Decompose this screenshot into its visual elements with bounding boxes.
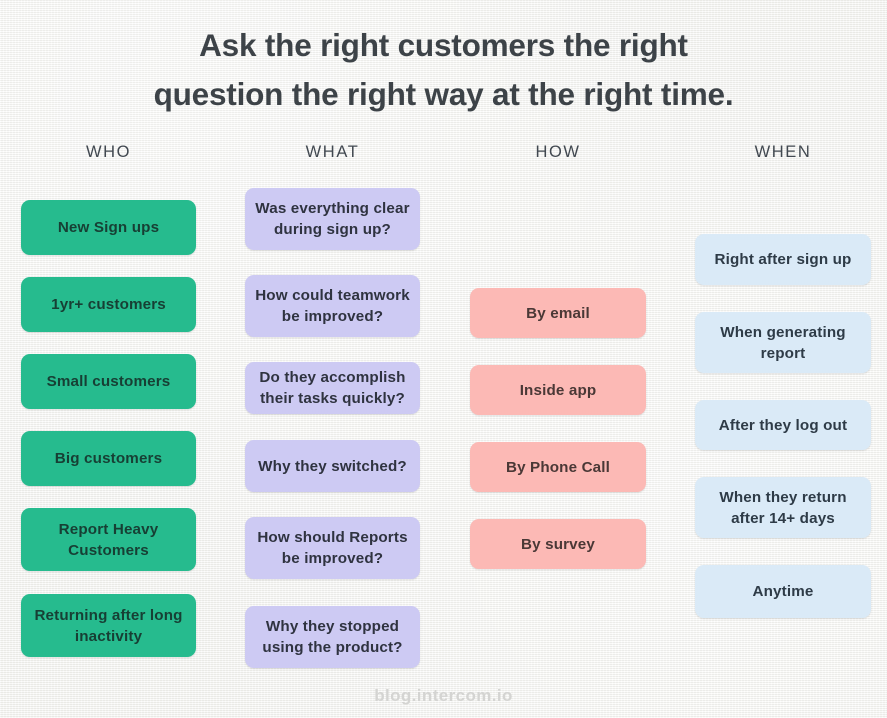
footer-watermark: blog.intercom.io — [374, 686, 513, 705]
card-label: How could teamwork be improved? — [255, 287, 410, 325]
card-when-2[interactable]: When generating report — [695, 312, 871, 373]
card-who-6[interactable]: Returning after long inactivity — [21, 594, 196, 657]
page-title-line-1: Ask the right customers the right — [199, 27, 688, 63]
card-who-4[interactable]: Big customers — [21, 431, 196, 486]
card-label: Report Heavy Customers — [58, 520, 159, 559]
card-what-5[interactable]: How should Reports be improved? — [245, 517, 420, 579]
card-label: Anytime — [752, 583, 814, 600]
card-when-4[interactable]: When they return after 14+ days — [695, 477, 871, 538]
card-label: Do they accomplish their tasks quickly? — [259, 369, 406, 407]
card-when-3[interactable]: After they log out — [695, 400, 871, 450]
card-label: Returning after long inactivity — [34, 606, 183, 645]
card-what-1[interactable]: Was everything clear during sign up? — [245, 188, 420, 250]
card-what-2[interactable]: How could teamwork be improved? — [245, 275, 420, 337]
card-label: Inside app — [519, 381, 597, 399]
card-when-1[interactable]: Right after sign up — [695, 234, 871, 285]
column-header-when: WHEN — [754, 143, 812, 161]
card-label: When they return after 14+ days — [719, 488, 847, 527]
column-header-what: WHAT — [305, 143, 360, 161]
card-label: By email — [526, 304, 590, 322]
card-what-3[interactable]: Do they accomplish their tasks quickly? — [245, 362, 420, 414]
card-label: New Sign ups — [57, 219, 160, 236]
card-who-5[interactable]: Report Heavy Customers — [21, 508, 196, 571]
card-how-4[interactable]: By survey — [470, 519, 646, 569]
card-who-2[interactable]: 1yr+ customers — [21, 277, 196, 332]
infographic-canvas: Ask the right customers the right questi… — [0, 0, 887, 718]
card-label: After they log out — [718, 416, 848, 434]
card-how-3[interactable]: By Phone Call — [470, 442, 646, 492]
card-label: How should Reports be improved? — [257, 529, 408, 567]
card-label: Small customers — [46, 373, 171, 390]
card-label: Right after sign up — [714, 251, 852, 268]
card-label: 1yr+ customers — [51, 296, 166, 313]
card-who-1[interactable]: New Sign ups — [21, 200, 196, 255]
card-label: When generating report — [720, 323, 846, 362]
card-how-2[interactable]: Inside app — [470, 365, 646, 415]
column-header-who: WHO — [85, 143, 132, 161]
card-how-1[interactable]: By email — [470, 288, 646, 338]
card-label: By Phone Call — [505, 458, 611, 476]
card-label: Was everything clear during sign up? — [255, 200, 410, 238]
card-label: Why they stopped using the product? — [262, 618, 403, 656]
card-label: Big customers — [54, 450, 163, 467]
column-header-how: HOW — [535, 143, 581, 161]
card-label: Why they switched? — [258, 457, 407, 475]
card-label: By survey — [521, 535, 595, 553]
card-who-3[interactable]: Small customers — [21, 354, 196, 409]
page-title-line-2: question the right way at the right time… — [153, 76, 734, 112]
page-title: Ask the right customers the right questi… — [0, 21, 887, 119]
card-when-5[interactable]: Anytime — [695, 565, 871, 618]
card-what-6[interactable]: Why they stopped using the product? — [245, 606, 420, 668]
card-what-4[interactable]: Why they switched? — [245, 440, 420, 492]
